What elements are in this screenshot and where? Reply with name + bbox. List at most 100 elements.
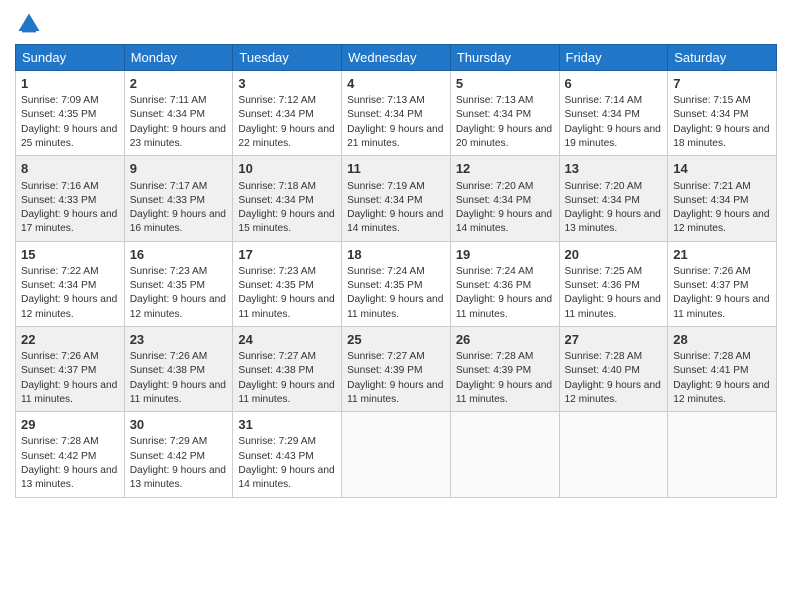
sunset-label: Sunset: 4:34 PM	[565, 195, 640, 206]
day-number: 31	[238, 416, 336, 434]
empty-cell	[668, 412, 777, 497]
sunrise-label: Sunrise: 7:28 AM	[565, 351, 643, 362]
daylight-label: Daylight: 9 hours and 14 minutes.	[238, 465, 334, 490]
day-cell-29: 29 Sunrise: 7:28 AM Sunset: 4:42 PM Dayl…	[16, 412, 125, 497]
day-number: 13	[565, 160, 663, 178]
empty-cell	[559, 412, 668, 497]
col-header-monday: Monday	[124, 45, 233, 71]
day-number: 9	[130, 160, 228, 178]
day-cell-7: 7 Sunrise: 7:15 AM Sunset: 4:34 PM Dayli…	[668, 71, 777, 156]
sunset-label: Sunset: 4:34 PM	[456, 195, 531, 206]
day-number: 11	[347, 160, 445, 178]
day-number: 7	[673, 75, 771, 93]
sunset-label: Sunset: 4:37 PM	[673, 280, 748, 291]
sunrise-label: Sunrise: 7:23 AM	[130, 266, 208, 277]
sunrise-label: Sunrise: 7:29 AM	[238, 436, 316, 447]
week-row-5: 29 Sunrise: 7:28 AM Sunset: 4:42 PM Dayl…	[16, 412, 777, 497]
day-number: 14	[673, 160, 771, 178]
day-cell-6: 6 Sunrise: 7:14 AM Sunset: 4:34 PM Dayli…	[559, 71, 668, 156]
day-cell-5: 5 Sunrise: 7:13 AM Sunset: 4:34 PM Dayli…	[450, 71, 559, 156]
sunrise-label: Sunrise: 7:28 AM	[21, 436, 99, 447]
daylight-label: Daylight: 9 hours and 13 minutes.	[565, 209, 661, 234]
daylight-label: Daylight: 9 hours and 11 minutes.	[456, 380, 552, 405]
day-cell-26: 26 Sunrise: 7:28 AM Sunset: 4:39 PM Dayl…	[450, 326, 559, 411]
day-number: 22	[21, 331, 119, 349]
day-number: 5	[456, 75, 554, 93]
day-cell-19: 19 Sunrise: 7:24 AM Sunset: 4:36 PM Dayl…	[450, 241, 559, 326]
day-number: 8	[21, 160, 119, 178]
sunset-label: Sunset: 4:34 PM	[565, 109, 640, 120]
sunset-label: Sunset: 4:34 PM	[673, 195, 748, 206]
sunset-label: Sunset: 4:35 PM	[238, 280, 313, 291]
daylight-label: Daylight: 9 hours and 15 minutes.	[238, 209, 334, 234]
sunset-label: Sunset: 4:37 PM	[21, 365, 96, 376]
daylight-label: Daylight: 9 hours and 18 minutes.	[673, 124, 769, 149]
sunset-label: Sunset: 4:34 PM	[21, 280, 96, 291]
day-cell-15: 15 Sunrise: 7:22 AM Sunset: 4:34 PM Dayl…	[16, 241, 125, 326]
day-cell-20: 20 Sunrise: 7:25 AM Sunset: 4:36 PM Dayl…	[559, 241, 668, 326]
day-cell-4: 4 Sunrise: 7:13 AM Sunset: 4:34 PM Dayli…	[342, 71, 451, 156]
day-cell-30: 30 Sunrise: 7:29 AM Sunset: 4:42 PM Dayl…	[124, 412, 233, 497]
day-cell-10: 10 Sunrise: 7:18 AM Sunset: 4:34 PM Dayl…	[233, 156, 342, 241]
daylight-label: Daylight: 9 hours and 14 minutes.	[456, 209, 552, 234]
sunrise-label: Sunrise: 7:24 AM	[456, 266, 534, 277]
sunrise-label: Sunrise: 7:20 AM	[456, 181, 534, 192]
sunset-label: Sunset: 4:36 PM	[565, 280, 640, 291]
daylight-label: Daylight: 9 hours and 19 minutes.	[565, 124, 661, 149]
sunset-label: Sunset: 4:35 PM	[130, 280, 205, 291]
sunrise-label: Sunrise: 7:23 AM	[238, 266, 316, 277]
sunrise-label: Sunrise: 7:13 AM	[456, 95, 534, 106]
day-number: 1	[21, 75, 119, 93]
daylight-label: Daylight: 9 hours and 13 minutes.	[130, 465, 226, 490]
day-number: 24	[238, 331, 336, 349]
sunrise-label: Sunrise: 7:12 AM	[238, 95, 316, 106]
daylight-label: Daylight: 9 hours and 12 minutes.	[673, 380, 769, 405]
logo	[15, 10, 47, 38]
sunset-label: Sunset: 4:34 PM	[238, 195, 313, 206]
sunset-label: Sunset: 4:34 PM	[347, 109, 422, 120]
sunset-label: Sunset: 4:42 PM	[21, 451, 96, 462]
sunset-label: Sunset: 4:38 PM	[238, 365, 313, 376]
daylight-label: Daylight: 9 hours and 21 minutes.	[347, 124, 443, 149]
sunrise-label: Sunrise: 7:14 AM	[565, 95, 643, 106]
sunset-label: Sunset: 4:34 PM	[347, 195, 422, 206]
sunset-label: Sunset: 4:34 PM	[238, 109, 313, 120]
empty-cell	[342, 412, 451, 497]
day-number: 30	[130, 416, 228, 434]
daylight-label: Daylight: 9 hours and 14 minutes.	[347, 209, 443, 234]
day-cell-8: 8 Sunrise: 7:16 AM Sunset: 4:33 PM Dayli…	[16, 156, 125, 241]
day-cell-11: 11 Sunrise: 7:19 AM Sunset: 4:34 PM Dayl…	[342, 156, 451, 241]
sunset-label: Sunset: 4:35 PM	[21, 109, 96, 120]
col-header-saturday: Saturday	[668, 45, 777, 71]
daylight-label: Daylight: 9 hours and 11 minutes.	[238, 294, 334, 319]
sunset-label: Sunset: 4:36 PM	[456, 280, 531, 291]
daylight-label: Daylight: 9 hours and 16 minutes.	[130, 209, 226, 234]
daylight-label: Daylight: 9 hours and 11 minutes.	[347, 294, 443, 319]
sunrise-label: Sunrise: 7:11 AM	[130, 95, 207, 106]
sunrise-label: Sunrise: 7:21 AM	[673, 181, 751, 192]
sunset-label: Sunset: 4:39 PM	[347, 365, 422, 376]
day-cell-1: 1 Sunrise: 7:09 AM Sunset: 4:35 PM Dayli…	[16, 71, 125, 156]
empty-cell	[450, 412, 559, 497]
sunrise-label: Sunrise: 7:13 AM	[347, 95, 425, 106]
day-number: 19	[456, 246, 554, 264]
day-number: 27	[565, 331, 663, 349]
daylight-label: Daylight: 9 hours and 12 minutes.	[130, 294, 226, 319]
day-cell-16: 16 Sunrise: 7:23 AM Sunset: 4:35 PM Dayl…	[124, 241, 233, 326]
sunrise-label: Sunrise: 7:26 AM	[21, 351, 99, 362]
daylight-label: Daylight: 9 hours and 20 minutes.	[456, 124, 552, 149]
daylight-label: Daylight: 9 hours and 11 minutes.	[565, 294, 661, 319]
sunset-label: Sunset: 4:34 PM	[130, 109, 205, 120]
sunrise-label: Sunrise: 7:18 AM	[238, 181, 316, 192]
week-row-4: 22 Sunrise: 7:26 AM Sunset: 4:37 PM Dayl…	[16, 326, 777, 411]
day-number: 18	[347, 246, 445, 264]
sunset-label: Sunset: 4:39 PM	[456, 365, 531, 376]
day-number: 2	[130, 75, 228, 93]
col-header-sunday: Sunday	[16, 45, 125, 71]
sunset-label: Sunset: 4:34 PM	[456, 109, 531, 120]
daylight-label: Daylight: 9 hours and 25 minutes.	[21, 124, 117, 149]
day-cell-31: 31 Sunrise: 7:29 AM Sunset: 4:43 PM Dayl…	[233, 412, 342, 497]
sunrise-label: Sunrise: 7:09 AM	[21, 95, 99, 106]
day-cell-25: 25 Sunrise: 7:27 AM Sunset: 4:39 PM Dayl…	[342, 326, 451, 411]
day-cell-23: 23 Sunrise: 7:26 AM Sunset: 4:38 PM Dayl…	[124, 326, 233, 411]
